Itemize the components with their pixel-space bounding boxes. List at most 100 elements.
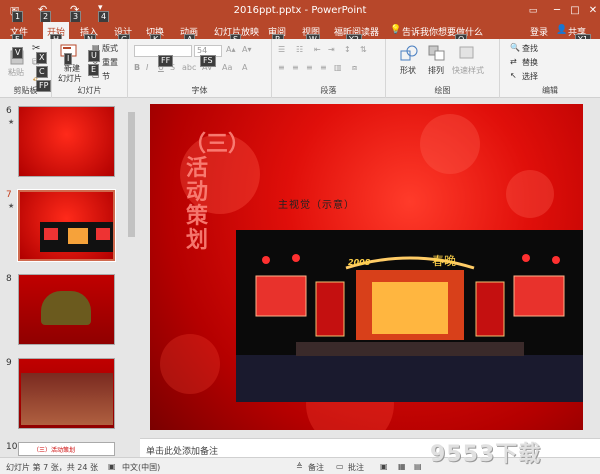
slide-thumbnail-9[interactable]: [18, 358, 115, 429]
smartart-icon[interactable]: ⧈: [352, 63, 357, 73]
comments-button[interactable]: 批注: [348, 462, 364, 473]
slide-vertical-title[interactable]: （三）活动策划: [184, 132, 250, 252]
layout-button[interactable]: 版式: [102, 43, 118, 54]
text-direction-icon[interactable]: ⇅: [360, 45, 367, 54]
slide-subheading[interactable]: 主视觉（示意）: [278, 196, 355, 211]
transition-star-icon: ★: [8, 118, 15, 126]
find-button[interactable]: 查找: [522, 43, 538, 54]
stage-render-image[interactable]: 2008 春晚: [236, 230, 583, 402]
bullets-icon[interactable]: ☰: [278, 45, 285, 54]
font-group: 54 A▴ A▾ B I U S abc AV Aa A FF FS 字体: [128, 39, 272, 98]
strikethrough-icon[interactable]: abc: [182, 63, 196, 72]
align-right-icon[interactable]: ≡: [306, 63, 313, 72]
keytip: FF: [158, 55, 174, 67]
language-status[interactable]: 中文(中国): [122, 462, 160, 473]
notes-button[interactable]: 备注: [308, 462, 324, 473]
title-bar: 🖫 ↶ ↷ ▾ 1 2 3 4 2016ppt.pptx - PowerPoin…: [0, 0, 600, 23]
reading-view-icon[interactable]: ▤: [414, 462, 422, 471]
shapes-button[interactable]: 形状: [400, 65, 416, 76]
window-title: 2016ppt.pptx - PowerPoint: [233, 5, 367, 16]
spellcheck-icon[interactable]: ▣: [108, 462, 116, 471]
stage-banner-text: 春晚: [432, 254, 457, 268]
ribbon-display-icon[interactable]: ▭: [520, 2, 546, 20]
paragraph-group: ☰ ☷ ⇤ ⇥ ↕ ⇅ ≡ ≡ ≡ ≡ ▥ ⧈ 段落: [272, 39, 386, 98]
close-button[interactable]: ✕: [580, 2, 600, 20]
justify-icon[interactable]: ≡: [320, 63, 327, 72]
grow-font-icon[interactable]: A▴: [226, 45, 236, 54]
current-slide[interactable]: （三）活动策划 主视觉（示意） 2008 春晚: [150, 104, 583, 430]
align-left-icon[interactable]: ≡: [278, 63, 285, 72]
editing-group: 🔍 查找 ⇄ 替换 ↖ 选择 编辑: [500, 39, 600, 98]
replace-icon[interactable]: ⇄: [510, 57, 517, 66]
slide-number: 10: [6, 442, 18, 452]
reset-button[interactable]: 重置: [102, 57, 118, 68]
tell-me-input[interactable]: 告诉我你想要做什么: [402, 25, 483, 38]
thumb-panel: [96, 228, 110, 240]
paste-button[interactable]: 粘贴: [8, 67, 24, 78]
slide-number: 7: [6, 190, 12, 200]
bold-icon[interactable]: B: [134, 63, 140, 72]
normal-view-icon[interactable]: ▣: [380, 462, 388, 471]
shrink-font-icon[interactable]: A▾: [242, 45, 252, 54]
clipboard-group: 粘贴 ✂ ⧉ 🖌 V X C FP 剪贴板: [0, 39, 52, 98]
thumb-panel: [44, 228, 58, 240]
numbering-icon[interactable]: ☷: [296, 45, 303, 54]
slide-thumbnail-6[interactable]: [18, 106, 115, 177]
arrange-button[interactable]: 排列: [428, 65, 444, 76]
keytip: E: [88, 64, 100, 76]
thumbnail-scrollbar[interactable]: [127, 100, 136, 456]
slide-thumbnail-10[interactable]: （三）活动策划: [18, 442, 115, 456]
drawing-group: 形状 排列 快速样式 绘图: [386, 39, 500, 98]
decrease-indent-icon[interactable]: ⇤: [314, 45, 321, 54]
slide-scrollbar[interactable]: [586, 100, 598, 440]
change-case-icon[interactable]: Aa: [222, 63, 232, 72]
group-label: 字体: [191, 86, 208, 95]
slide-number: 9: [6, 358, 12, 368]
keytip: I: [64, 53, 73, 65]
font-color-icon[interactable]: A: [242, 63, 247, 72]
slide-thumbnail-8[interactable]: [18, 274, 115, 345]
thumb-caption: （三）活动策划: [33, 447, 76, 454]
slides-group: 新建 幻灯片 ▤ 版式 ↺ 重置 ▭ 节 I U E 幻灯片: [52, 39, 128, 98]
thumb-banquet-image: [21, 373, 113, 425]
keytip: U: [88, 50, 100, 62]
slide-thumbnail-7[interactable]: [17, 189, 116, 262]
group-label: 绘图: [434, 86, 451, 95]
scrollbar-thumb[interactable]: [128, 112, 135, 237]
keytip: C: [36, 66, 48, 78]
section-button[interactable]: 节: [102, 71, 110, 82]
slide-sorter-icon[interactable]: ▦: [398, 462, 406, 471]
replace-button[interactable]: 替换: [522, 57, 538, 68]
arrange-icon[interactable]: [428, 45, 446, 61]
increase-indent-icon[interactable]: ⇥: [328, 45, 335, 54]
watermark: 9553下载: [430, 442, 542, 467]
slide-count-status: 幻灯片 第 7 张，共 24 张: [6, 463, 98, 472]
transition-star-icon: ★: [8, 202, 15, 210]
thumb-stage-image: [40, 222, 113, 252]
keytip: V: [12, 47, 24, 59]
lightbulb-icon: 💡: [390, 25, 402, 35]
slide-thumbnail-pane: 6 ★ 7 ★ 8 9 10 （三）活动策划: [0, 98, 140, 458]
quick-styles-button[interactable]: 快速样式: [452, 65, 484, 76]
shapes-icon[interactable]: [400, 45, 418, 61]
ribbon-home: 粘贴 ✂ ⧉ 🖌 V X C FP 剪贴板 新建 幻灯片 ▤ 版式 ↺ 重置 ▭…: [0, 39, 600, 98]
keytip: X: [36, 52, 48, 64]
italic-icon[interactable]: I: [146, 63, 148, 72]
share-icon[interactable]: 👤: [556, 25, 567, 35]
line-spacing-icon[interactable]: ↕: [344, 45, 351, 54]
find-icon[interactable]: 🔍: [510, 43, 520, 52]
new-slide-button-line2[interactable]: 幻灯片: [58, 73, 82, 84]
stage-illustration: [236, 230, 583, 402]
columns-icon[interactable]: ▥: [334, 63, 342, 72]
slide-number: 8: [6, 274, 12, 284]
select-icon[interactable]: ↖: [510, 71, 517, 80]
login-link[interactable]: 登录: [530, 25, 548, 38]
keytip: FS: [200, 55, 216, 67]
quick-styles-icon[interactable]: [458, 45, 476, 61]
select-button[interactable]: 选择: [522, 71, 538, 82]
notes-icon[interactable]: ≜: [296, 462, 303, 471]
comments-icon[interactable]: ▭: [336, 462, 344, 471]
slide-number: 6: [6, 106, 12, 116]
ribbon-tabs: 文件 开始 插入 设计 切换 动画 幻灯片放映 审阅 视图 福昕阅读器 💡 告诉…: [0, 22, 600, 46]
align-center-icon[interactable]: ≡: [292, 63, 299, 72]
